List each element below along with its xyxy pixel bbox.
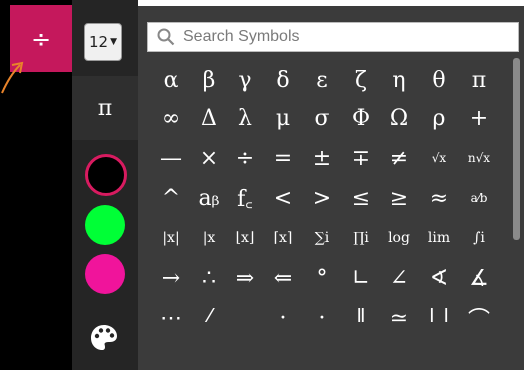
symbol-button[interactable]: ⌒ [460,298,498,322]
symbol-button[interactable]: ÷ [226,138,264,178]
symbol-button[interactable]: η [380,60,418,100]
symbol-button[interactable]: ε [303,60,341,100]
symbol-button[interactable]: ⇐ [264,258,302,298]
scrollbar-thumb[interactable] [513,58,520,240]
symbol-button[interactable]: σ [303,98,341,138]
symbol-row: αβγδεζηθπ [146,60,508,100]
font-size-value: 12 [88,33,109,51]
symbol-button[interactable]: √x [420,138,458,178]
symbol-button[interactable]: ⌈x⌉ [264,218,302,258]
tab-greek-symbols[interactable]: π [72,76,138,140]
symbol-button[interactable]: ζ [342,60,380,100]
symbol-button[interactable]: λ [226,98,264,138]
symbol-row: |x| |x ⌊x⌋ ⌈x⌉ ∑i ∏i log lim ∫i [146,218,508,258]
symbol-button[interactable]: ≈ [420,178,458,218]
symbol-button[interactable]: ∟ [342,258,380,298]
symbol-button[interactable]: Φ [342,98,380,138]
symbol-button[interactable]: · [264,298,302,323]
symbol-button[interactable]: Ω [380,98,418,138]
symbol-button[interactable]: ° [303,258,341,298]
symbol-button[interactable]: ∞ [152,98,190,138]
symbol-button[interactable]: ≃ [380,298,418,323]
symbol-row: → ∴ ⇒ ⇐ ° ∟ ∠ ∢ ∡ [146,258,508,298]
symbol-button[interactable]: ∴ [190,258,228,298]
symbol-button[interactable]: > [303,178,341,218]
pointer-arrow-icon [1,61,24,94]
symbol-button[interactable]: log [380,218,418,258]
color-swatch-pink[interactable] [85,254,125,294]
symbol-button[interactable]: ⁄ [190,298,228,323]
symbol-button[interactable]: ⇒ [226,258,264,298]
symbol-button[interactable]: π [460,60,498,100]
palette-icon[interactable] [88,322,120,354]
symbol-button[interactable]: ∠ [380,258,418,298]
symbol-button[interactable]: θ [420,60,458,100]
symbol-button[interactable]: < [264,178,302,218]
symbol-button[interactable]: — [152,138,190,178]
symbol-button[interactable]: ‥ [226,298,264,323]
pi-tab-label: π [97,95,113,121]
symbol-row: — × ÷ = ± ∓ ≠ √x n√x [146,138,508,178]
search-icon [157,28,175,46]
symbol-button[interactable]: f꜀ [226,178,264,218]
symbol-button[interactable]: ≤ [342,178,380,218]
search-input[interactable] [181,27,505,47]
chevron-down-icon: ▼ [110,37,117,47]
symbol-button[interactable]: = [264,138,302,178]
symbol-button[interactable]: ± [303,138,341,178]
symbol-button[interactable]: α [152,60,190,100]
symbol-button[interactable]: δ [264,60,302,100]
symbol-button[interactable]: γ [226,60,264,100]
symbol-button[interactable]: lim [420,218,458,258]
symbol-button[interactable]: + [460,98,498,138]
symbol-button[interactable]: |x| [152,218,190,258]
symbol-row: ∞ Δλ μ σ Φ Ωρ + [146,98,508,138]
symbol-button[interactable]: ρ [420,98,458,138]
font-size-select[interactable]: 12 ▼ [84,23,122,61]
symbol-button[interactable]: ∫i [460,218,498,258]
symbol-button[interactable]: ∏i [342,218,380,258]
symbol-button[interactable]: ∢ [420,258,458,298]
symbol-button[interactable]: × [190,138,228,178]
symbol-button[interactable]: ⌊x⌋ [226,218,264,258]
symbol-button[interactable]: Δ [190,98,228,138]
symbols-grid: α β γ δ ε ζ η θ π ∞ Δλ μ σ Φ Ωρ + — × ÷ = ± ∓ ≠ √x n√x ^ aᵦ f꜀ < > ≤ ≥ ≈… [146,60,508,323]
symbol-button[interactable]: ≠ [380,138,418,178]
symbol-button[interactable]: · [303,298,341,323]
symbol-button[interactable]: n√x [460,138,498,178]
symbol-button[interactable]: μ [264,98,302,138]
symbol-button[interactable]: |x [190,218,228,258]
search-box[interactable] [147,22,519,52]
symbol-row: ⋯ ⁄ ‥ · · ‖ ≃ | | ⌒ [146,298,508,323]
symbol-button[interactable]: aᵦ [190,178,228,218]
symbol-button[interactable]: β [190,60,228,100]
symbol-button[interactable]: a⁄b [460,178,498,218]
divide-icon: ÷ [30,24,52,53]
color-swatch-green[interactable] [85,205,125,245]
symbol-button[interactable]: ∡ [460,258,498,298]
symbol-button[interactable]: ^ [152,178,190,218]
symbol-button[interactable]: ≥ [380,178,418,218]
symbol-button[interactable]: | | [420,298,458,323]
symbol-row: ^ aᵦ f꜀ < > ≤ ≥ ≈ a⁄b [146,178,508,218]
symbol-button[interactable]: ‖ [342,298,380,323]
symbol-button[interactable]: → [152,258,190,298]
color-swatch-black[interactable] [85,154,127,196]
symbol-button[interactable]: ∑i [303,218,341,258]
symbol-button[interactable]: ⋯ [152,298,190,323]
symbol-button[interactable]: ∓ [342,138,380,178]
